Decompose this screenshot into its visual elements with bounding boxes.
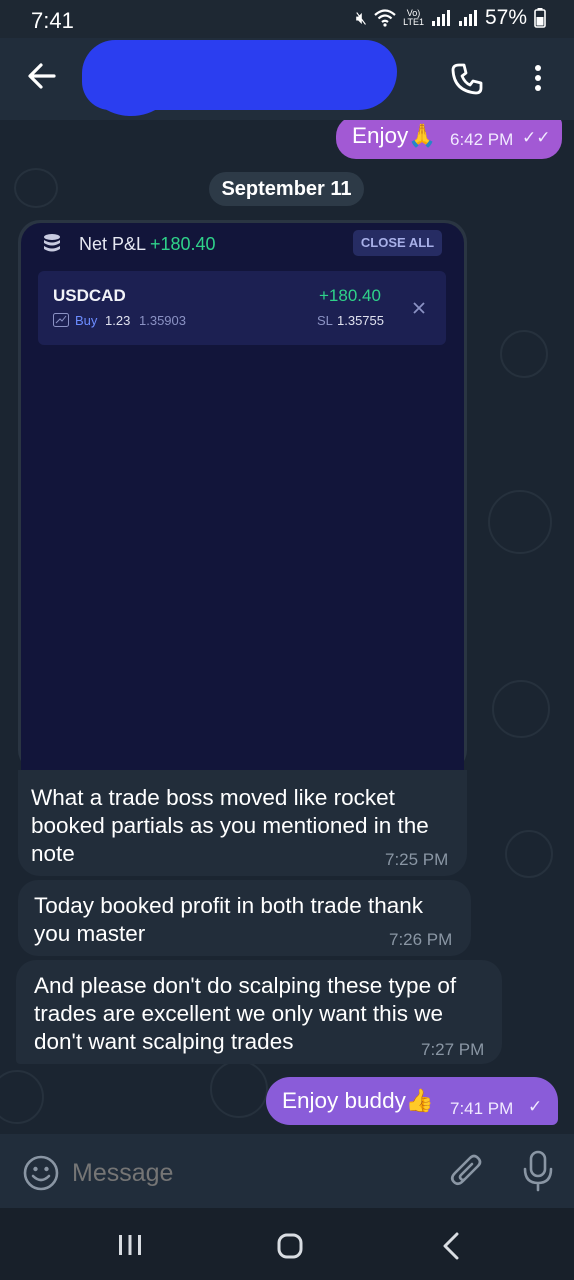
message-time: 7:26 PM	[389, 930, 453, 949]
trend-icon	[53, 313, 69, 327]
status-icons: 🔇︎ Vo) LTE1 57%	[356, 6, 546, 30]
background-doodle	[210, 1060, 268, 1118]
sl-label: SL	[317, 313, 333, 328]
attach-icon[interactable]	[448, 1152, 486, 1192]
message-bubble-outgoing[interactable]: Enjoy🙏 6:42 PM ✓✓	[336, 120, 562, 159]
date-divider: September 11	[209, 172, 364, 206]
background-doodle	[500, 330, 548, 378]
message-text: Enjoy🙏	[352, 123, 437, 148]
signal-icon-2	[458, 10, 477, 26]
message-bubble-incoming[interactable]: What a trade boss moved like rocket book…	[18, 770, 467, 876]
mute-icon: 🔇︎	[355, 7, 368, 28]
message-bubble-incoming[interactable]: And please don't do scalping these type …	[16, 960, 502, 1064]
database-icon	[44, 234, 60, 252]
battery-percent: 57%	[484, 6, 527, 29]
recents-icon[interactable]	[118, 1234, 142, 1256]
read-ticks-icon: ✓✓	[522, 128, 551, 147]
trade-screenshot[interactable]: Net P&L +180.40 CLOSE ALL USDCAD Buy 1.2…	[21, 223, 464, 772]
mic-icon[interactable]	[522, 1150, 554, 1192]
message-time: 6:42 PM	[450, 130, 514, 149]
message-time: 7:27 PM	[421, 1040, 485, 1059]
entry-price: 1.35903	[139, 313, 186, 328]
background-doodle	[14, 168, 58, 208]
emoji-icon[interactable]	[22, 1154, 60, 1192]
message-input[interactable]	[70, 1152, 434, 1194]
status-bar: 7:41 🔇︎ Vo) LTE1 57%	[0, 0, 574, 38]
signal-icon	[431, 10, 450, 26]
message-bubble-incoming[interactable]: Today booked profit in both trade thank …	[18, 880, 471, 956]
wifi-icon	[374, 9, 396, 27]
sl-value: 1.35755	[337, 313, 384, 328]
net-pnl-value: +180.40	[150, 234, 216, 254]
battery-icon	[534, 8, 546, 28]
phone-icon[interactable]	[450, 62, 484, 96]
system-nav-bar	[0, 1208, 574, 1280]
chat-area[interactable]: Enjoy🙏 6:42 PM ✓✓ September 11 Net P&L +…	[0, 120, 574, 1134]
message-text: Enjoy buddy👍	[282, 1088, 434, 1113]
pnl-value: +180.40	[319, 286, 381, 305]
close-all-button[interactable]: CLOSE ALL	[353, 230, 442, 256]
back-arrow-icon[interactable]	[24, 58, 60, 94]
chat-header	[0, 38, 574, 120]
net-pnl-label: Net P&L	[79, 234, 147, 254]
image-message[interactable]: Net P&L +180.40 CLOSE ALL USDCAD Buy 1.2…	[18, 220, 467, 772]
status-time: 7:41	[31, 8, 74, 33]
symbol-label: USDCAD	[53, 286, 126, 305]
home-icon[interactable]	[277, 1233, 303, 1259]
redaction-mark-name	[82, 40, 397, 110]
message-time: 7:41 PM	[450, 1099, 514, 1118]
date-label: September 11	[221, 178, 352, 200]
more-vert-icon[interactable]	[526, 62, 550, 96]
close-position-icon[interactable]	[413, 302, 425, 314]
message-time: 7:25 PM	[385, 850, 449, 869]
back-icon[interactable]	[442, 1232, 460, 1260]
position-row[interactable]: USDCAD Buy 1.23 1.35903 +180.40 SL 1.357…	[38, 271, 446, 345]
background-doodle	[505, 830, 553, 878]
message-composer	[0, 1134, 574, 1208]
background-doodle	[492, 680, 550, 738]
side-label: Buy	[75, 313, 98, 328]
background-doodle	[0, 1070, 44, 1124]
net-pnl-bar: Net P&L +180.40 CLOSE ALL	[21, 223, 464, 263]
lte-label: LTE1	[403, 17, 424, 27]
volte-indicator: Vo) LTE1	[403, 9, 424, 27]
background-doodle	[488, 490, 552, 554]
lots-label: 1.23	[105, 313, 131, 328]
sent-tick-icon: ✓	[528, 1097, 543, 1116]
message-bubble-outgoing[interactable]: Enjoy buddy👍 7:41 PM ✓	[266, 1077, 558, 1125]
